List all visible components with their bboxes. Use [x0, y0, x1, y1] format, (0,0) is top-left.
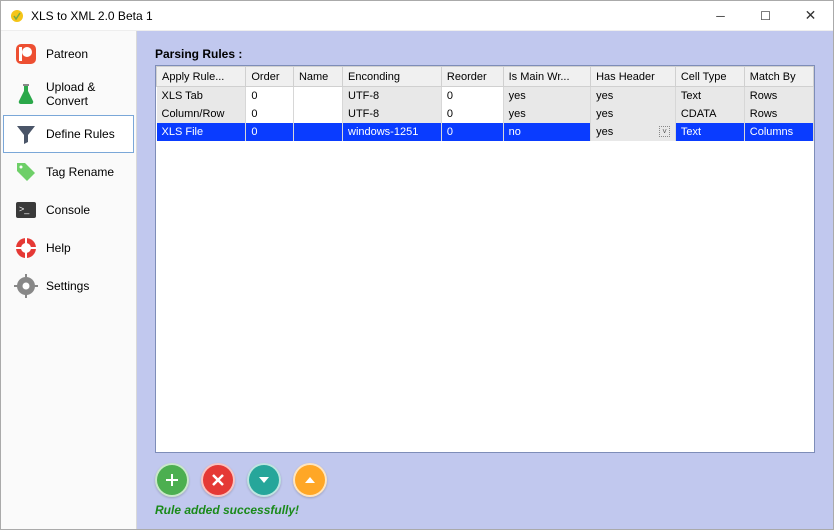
table-row[interactable]: XLS File 0 windows-1251 0 no yes ˅ Text C…	[157, 123, 814, 141]
col-celltype[interactable]: Cell Type	[675, 67, 744, 87]
dd-value: yes	[596, 126, 613, 138]
cell-hasheader-dropdown[interactable]: yes ˅	[591, 123, 676, 141]
sidebar-item-tag-rename[interactable]: Tag Rename	[3, 153, 134, 191]
lifebuoy-icon	[14, 236, 38, 260]
sidebar-item-label: Help	[46, 241, 71, 255]
cell-order[interactable]: 0	[246, 105, 294, 123]
gear-icon	[14, 274, 38, 298]
col-hasheader[interactable]: Has Header	[591, 67, 676, 87]
sidebar-item-label: Tag Rename	[46, 165, 114, 179]
flask-icon	[14, 82, 38, 106]
sidebar-item-console[interactable]: >_ Console	[3, 191, 134, 229]
arrow-up-icon	[302, 472, 318, 488]
sidebar-item-settings[interactable]: Settings	[3, 267, 134, 305]
arrow-down-icon	[256, 472, 272, 488]
sidebar-item-label: Console	[46, 203, 90, 217]
sidebar-item-label: Define Rules	[46, 127, 115, 141]
cell-apply[interactable]: XLS File	[157, 123, 246, 141]
plus-icon	[164, 472, 180, 488]
cell-ismain[interactable]: yes	[503, 105, 590, 123]
chevron-down-icon[interactable]: ˅	[659, 126, 670, 137]
col-order[interactable]: Order	[246, 67, 294, 87]
cell-celltype[interactable]: Text	[675, 123, 744, 141]
move-down-button[interactable]	[247, 463, 281, 497]
cell-reorder[interactable]: 0	[441, 123, 503, 141]
cell-name[interactable]	[293, 87, 342, 105]
sidebar-item-define-rules[interactable]: Define Rules	[3, 115, 134, 153]
app-icon	[9, 8, 25, 24]
sidebar-item-label: Patreon	[46, 47, 88, 61]
cell-encoding[interactable]: UTF-8	[343, 87, 442, 105]
terminal-icon: >_	[14, 198, 38, 222]
cell-encoding[interactable]: UTF-8	[343, 105, 442, 123]
cell-order[interactable]: 0	[246, 87, 294, 105]
add-rule-button[interactable]	[155, 463, 189, 497]
close-button[interactable]: ✕	[788, 1, 833, 30]
cell-hasheader[interactable]: yes	[591, 105, 676, 123]
move-up-button[interactable]	[293, 463, 327, 497]
section-title: Parsing Rules :	[155, 47, 815, 61]
sidebar-item-label: Settings	[46, 279, 89, 293]
delete-rule-button[interactable]	[201, 463, 235, 497]
col-ismain[interactable]: Is Main Wr...	[503, 67, 590, 87]
sidebar: Patreon Upload & Convert Define Rules Ta…	[1, 31, 137, 529]
patreon-icon	[14, 42, 38, 66]
col-encoding[interactable]: Enconding	[343, 67, 442, 87]
status-message: Rule added successfully!	[155, 501, 815, 521]
col-reorder[interactable]: Reorder	[441, 67, 503, 87]
action-bar	[155, 453, 815, 501]
cell-hasheader[interactable]: yes	[591, 87, 676, 105]
table-row[interactable]: Column/Row 0 UTF-8 0 yes yes CDATA Rows	[157, 105, 814, 123]
titlebar: XLS to XML 2.0 Beta 1 ─ ☐ ✕	[1, 1, 833, 31]
cell-apply[interactable]: XLS Tab	[157, 87, 246, 105]
cell-ismain[interactable]: no	[503, 123, 590, 141]
cell-matchby[interactable]: Columns	[744, 123, 813, 141]
cell-ismain[interactable]: yes	[503, 87, 590, 105]
sidebar-item-patreon[interactable]: Patreon	[3, 35, 134, 73]
sidebar-item-upload[interactable]: Upload & Convert	[3, 73, 134, 115]
cell-celltype[interactable]: CDATA	[675, 105, 744, 123]
cell-celltype[interactable]: Text	[675, 87, 744, 105]
cell-encoding[interactable]: windows-1251	[343, 123, 442, 141]
col-matchby[interactable]: Match By	[744, 67, 813, 87]
funnel-icon	[14, 122, 38, 146]
table-row[interactable]: XLS Tab 0 UTF-8 0 yes yes Text Rows	[157, 87, 814, 105]
cell-name[interactable]	[293, 123, 342, 141]
tag-icon	[14, 160, 38, 184]
col-apply[interactable]: Apply Rule...	[157, 67, 246, 87]
close-icon	[210, 472, 226, 488]
sidebar-item-help[interactable]: Help	[3, 229, 134, 267]
rules-table[interactable]: Apply Rule... Order Name Enconding Reord…	[156, 66, 814, 141]
cell-matchby[interactable]: Rows	[744, 87, 813, 105]
maximize-button[interactable]: ☐	[743, 1, 788, 30]
cell-apply[interactable]: Column/Row	[157, 105, 246, 123]
window-title: XLS to XML 2.0 Beta 1	[31, 9, 698, 23]
cell-reorder[interactable]: 0	[441, 105, 503, 123]
cell-name[interactable]	[293, 105, 342, 123]
minimize-button[interactable]: ─	[698, 1, 743, 30]
cell-order[interactable]: 0	[246, 123, 294, 141]
cell-matchby[interactable]: Rows	[744, 105, 813, 123]
rules-table-wrap: Apply Rule... Order Name Enconding Reord…	[155, 65, 815, 453]
svg-text:>_: >_	[19, 204, 30, 214]
cell-reorder[interactable]: 0	[441, 87, 503, 105]
col-name[interactable]: Name	[293, 67, 342, 87]
sidebar-item-label: Upload & Convert	[46, 80, 123, 108]
